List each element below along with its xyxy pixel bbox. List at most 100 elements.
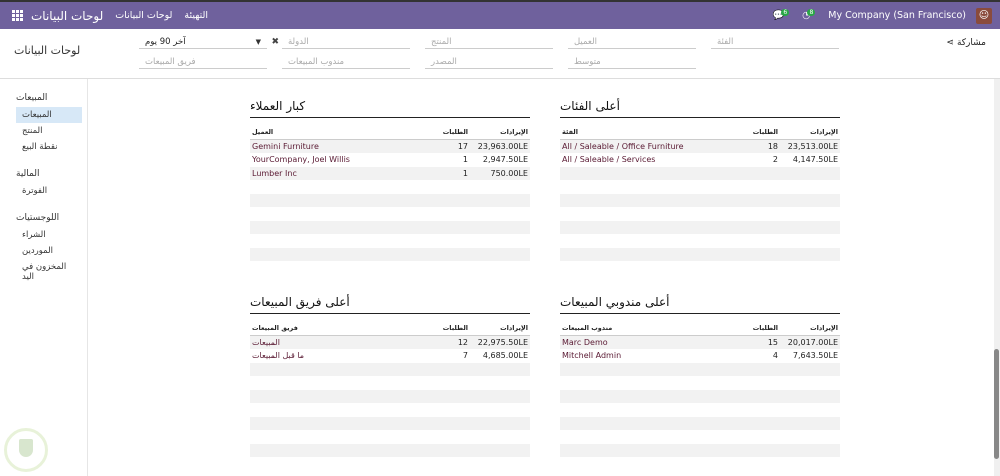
table-row [560, 389, 840, 403]
row-label[interactable]: ما قبل المبيعات [250, 349, 430, 363]
top-categories-card: أعلى الفئات الفئة الطلبات الإيرادات All / Sa… [560, 99, 840, 261]
table-row [560, 443, 840, 457]
column-header[interactable]: الإيرادات [470, 324, 530, 336]
table-row[interactable]: All / Saleable / Office Furniture 18 23,51… [560, 139, 840, 153]
column-header[interactable]: الطلبات [430, 324, 470, 336]
table-row [560, 362, 840, 376]
scrollbar-thumb[interactable] [994, 349, 999, 459]
row-revenue: 23,963.00LE [470, 139, 530, 153]
column-header[interactable]: الإيرادات [780, 324, 840, 336]
row-label[interactable]: Marc Demo [560, 335, 740, 349]
table-row [250, 193, 530, 207]
column-header[interactable]: مندوب المبيعات [560, 324, 740, 336]
table-row [250, 220, 530, 234]
row-orders: 7 [462, 351, 468, 361]
product-input[interactable]: المنتج [425, 35, 553, 49]
source-input[interactable]: المصدر [425, 55, 553, 69]
column-header[interactable]: الطلبات [740, 324, 780, 336]
table-row [250, 180, 530, 194]
row-orders: 4 [772, 351, 778, 361]
avatar[interactable]: ☺ [976, 7, 992, 24]
table-row[interactable]: Gemini Furniture 17 23,963.00LE [250, 139, 530, 153]
sales-team-input[interactable]: فريق المبيعات [139, 55, 267, 69]
table-row [560, 180, 840, 194]
sidebar-item-stock[interactable]: المخزون في اليد [16, 259, 82, 285]
table-row [560, 207, 840, 221]
row-revenue: 7,643.50LE [792, 351, 838, 361]
sidebar-item-product[interactable]: المنتج [16, 123, 82, 139]
period-value: آخر 90 يوم [145, 37, 186, 47]
row-label[interactable]: All / Saleable / Office Furniture [560, 139, 740, 153]
sidebar-item-purchase[interactable]: الشراء [16, 227, 82, 243]
medium-input[interactable]: متوسط [568, 55, 696, 69]
category-input[interactable]: الفئة [711, 35, 839, 49]
activities-button[interactable]: ◔8 [802, 9, 818, 21]
share-button[interactable]: ⋖ مشاركة [947, 38, 986, 48]
row-label[interactable]: YourCompany, Joel Willis [250, 153, 430, 167]
column-header[interactable]: الطلبات [430, 128, 470, 140]
table-row [250, 443, 530, 457]
table-row [560, 376, 840, 390]
share-label: مشاركة [956, 38, 986, 48]
row-label[interactable]: Gemini Furniture [250, 139, 430, 153]
salesperson-input[interactable]: مندوب المبيعات [282, 55, 410, 69]
column-header[interactable]: الفئة [560, 128, 740, 140]
sidebar-item-sales[interactable]: المبيعات [16, 107, 82, 123]
column-header[interactable]: فريق المبيعات [250, 324, 430, 336]
messages-button[interactable]: 💬6 [772, 9, 792, 21]
top-salespeople-card: أعلى مندوبي المبيعات مندوب المبيعات الطلبا… [560, 295, 840, 457]
table-row [250, 416, 530, 430]
table-row[interactable]: Marc Demo 15 20,017.00LE [560, 335, 840, 349]
column-header[interactable]: الإيرادات [780, 128, 840, 140]
table-row [250, 430, 530, 444]
table-row[interactable]: المبيعات 12 22,975.50LE [250, 335, 530, 349]
country-input[interactable]: الدولة [282, 35, 410, 49]
messages-badge: 6 [781, 9, 790, 16]
menu-configuration[interactable]: التهيئة [184, 10, 208, 21]
sidebar-item-pos[interactable]: نقطة البيع [16, 139, 82, 155]
clear-icon[interactable]: ✖ [271, 35, 279, 49]
row-label[interactable]: المبيعات [250, 335, 430, 349]
table-row [250, 376, 530, 390]
share-icon: ⋖ [946, 38, 955, 48]
row-revenue: 22,975.50LE [470, 335, 530, 349]
row-revenue: 23,513.00LE [780, 139, 840, 153]
table-row[interactable]: YourCompany, Joel Willis 1 2,947.50LE [250, 153, 530, 167]
sidebar-group-sales: المبيعات [16, 93, 48, 103]
sidebar-item-vendors[interactable]: الموردين [16, 243, 82, 259]
table-row [560, 403, 840, 417]
table-row [560, 416, 840, 430]
table-row[interactable]: Lumber Inc 1 750.00LE [250, 166, 530, 180]
table-row[interactable]: ما قبل المبيعات 7 4,685.00LE [250, 349, 530, 363]
period-filter[interactable]: آخر 90 يوم ▼ ✖ [139, 35, 279, 49]
table-row[interactable]: All / Saleable / Services 2 4,147.50LE [560, 153, 840, 167]
table-row[interactable]: Mitchell Admin 4 7,643.50LE [560, 349, 840, 363]
app-title[interactable]: لوحات البيانات [31, 9, 103, 23]
scrollbar[interactable] [994, 79, 1000, 476]
dashboard-content: كبار العملاء العميل الطلبات الإيرادات Gemini… [89, 79, 994, 476]
table-row [250, 389, 530, 403]
top-navbar: لوحات البيانات لوحات البيانات التهيئة 💬6… [0, 0, 1000, 29]
row-label[interactable]: All / Saleable / Services [560, 153, 740, 167]
column-header[interactable]: الإيرادات [470, 128, 530, 140]
customer-input[interactable]: العميل [568, 35, 696, 49]
menu-dashboards[interactable]: لوحات البيانات [115, 10, 172, 21]
table-row [250, 362, 530, 376]
caret-down-icon: ▼ [255, 38, 261, 46]
card-title: أعلى فريق المبيعات [250, 295, 530, 314]
sidebar-group-logistics: اللوجستيات [16, 213, 60, 223]
company-switcher[interactable]: My Company (San Francisco) [828, 10, 966, 21]
table-row [250, 247, 530, 261]
sidebar-group-finance: المالية [16, 169, 40, 179]
row-revenue: 2,947.50LE [482, 155, 528, 165]
table-row [560, 234, 840, 248]
column-header[interactable]: العميل [250, 128, 430, 140]
column-header[interactable]: الطلبات [740, 128, 780, 140]
row-label[interactable]: Mitchell Admin [560, 349, 740, 363]
table-row [560, 247, 840, 261]
apps-menu-icon[interactable] [12, 10, 23, 21]
row-label[interactable]: Lumber Inc [250, 166, 430, 180]
top-sales-teams-card: أعلى فريق المبيعات فريق المبيعات الطلبات ال… [250, 295, 530, 457]
card-title: كبار العملاء [250, 99, 530, 118]
sidebar-item-invoicing[interactable]: الفوترة [16, 183, 82, 199]
